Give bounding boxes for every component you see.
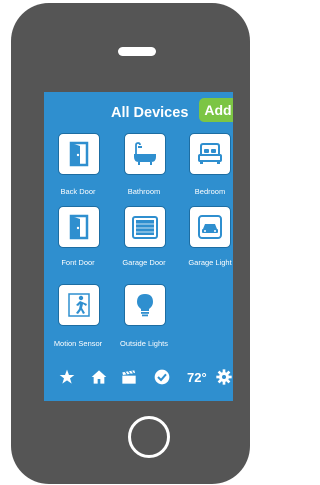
app-screen: All Devices Add Back Door Bathroom Bedro… (44, 92, 233, 401)
garage-car-icon (198, 215, 222, 239)
device-label: Motion Sensor (53, 339, 103, 348)
device-label: Font Door (61, 258, 95, 267)
device-label: Bathroom (127, 187, 161, 196)
device-label: Bedroom (194, 187, 226, 196)
checkmark-circle-icon[interactable] (154, 369, 170, 385)
phone-frame: All Devices Add Back Door Bathroom Bedro… (11, 3, 250, 484)
star-icon[interactable] (59, 369, 75, 385)
device-label: Outside Lights (120, 339, 168, 348)
device-tile-garage-light[interactable] (189, 206, 231, 248)
device-tile-bedroom[interactable] (189, 133, 231, 175)
home-icon[interactable] (91, 369, 107, 385)
lightbulb-icon (137, 294, 153, 317)
phone-speaker (118, 47, 156, 56)
gear-icon[interactable] (216, 369, 232, 385)
device-tile-garage-door[interactable] (124, 206, 166, 248)
device-tile-outside-lights[interactable] (124, 284, 166, 326)
bed-icon (198, 143, 222, 164)
phone-home-button[interactable] (128, 416, 170, 458)
running-person-icon (68, 293, 90, 317)
device-tile-motion-sensor[interactable] (58, 284, 100, 326)
device-label: Garage Door (122, 258, 166, 267)
clapperboard-icon[interactable] (121, 369, 137, 385)
device-label: Garage Light (188, 258, 232, 267)
garage-door-icon (132, 216, 158, 239)
door-icon (69, 141, 89, 167)
device-tile-bathroom[interactable] (124, 133, 166, 175)
device-tile-font-door[interactable] (58, 206, 100, 248)
door-icon (69, 214, 89, 240)
device-label: Back Door (60, 187, 96, 196)
device-tile-back-door[interactable] (58, 133, 100, 175)
add-device-button[interactable]: Add (199, 98, 233, 122)
temperature-readout[interactable]: 72° (187, 370, 207, 385)
page-title: All Devices (111, 105, 189, 121)
bathtub-icon (134, 142, 156, 165)
